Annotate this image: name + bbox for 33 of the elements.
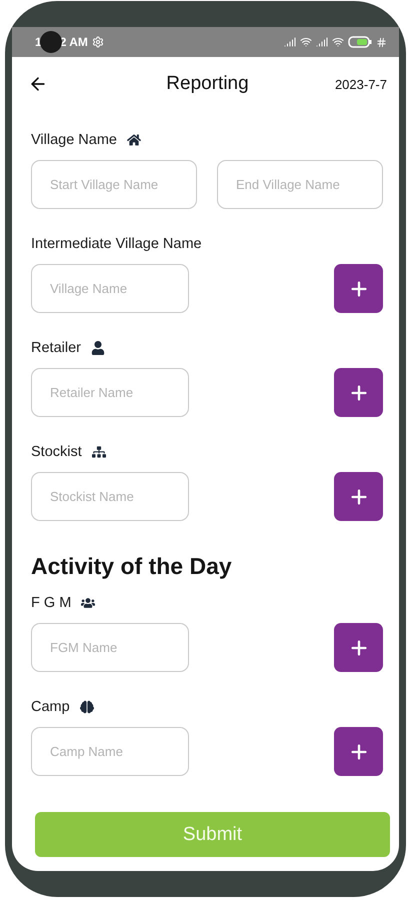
field-label: Camp <box>31 699 70 715</box>
field-label: Stockist <box>31 444 82 460</box>
gear-icon <box>92 36 104 48</box>
submit-button[interactable]: Submit <box>35 812 390 857</box>
field-label: Village Name <box>31 132 117 148</box>
hash-icon <box>376 36 387 48</box>
input-field[interactable]: Retailer Name <box>31 368 189 417</box>
hierarchy-icon <box>92 445 106 459</box>
camera-hole <box>40 31 62 53</box>
page-title: Reporting <box>166 73 249 95</box>
signal-icon <box>284 36 296 48</box>
battery-icon <box>348 36 372 48</box>
input-field[interactable]: Village Name <box>31 264 189 313</box>
section-heading: Activity of the Day <box>31 553 233 580</box>
group-icon <box>81 596 96 610</box>
add-button[interactable] <box>334 623 383 672</box>
input-field[interactable]: FGM Name <box>31 623 189 672</box>
brain-icon <box>80 700 94 714</box>
signal-icon <box>316 36 328 48</box>
report-date: 2023-7-7 <box>334 76 387 92</box>
input-field[interactable]: Start Village Name <box>31 160 197 209</box>
field-label: Intermediate Village Name <box>31 236 202 252</box>
add-button[interactable] <box>334 368 383 417</box>
add-button[interactable] <box>334 727 383 776</box>
input-field[interactable]: Camp Name <box>31 727 189 776</box>
add-button[interactable] <box>334 264 383 313</box>
person-icon <box>90 341 105 355</box>
input-field[interactable]: End Village Name <box>217 160 383 209</box>
input-field[interactable]: Stockist Name <box>31 472 189 521</box>
field-label: Retailer <box>31 340 81 356</box>
home-icon <box>126 133 141 147</box>
field-label: F G M <box>31 595 72 611</box>
add-button[interactable] <box>334 472 383 521</box>
